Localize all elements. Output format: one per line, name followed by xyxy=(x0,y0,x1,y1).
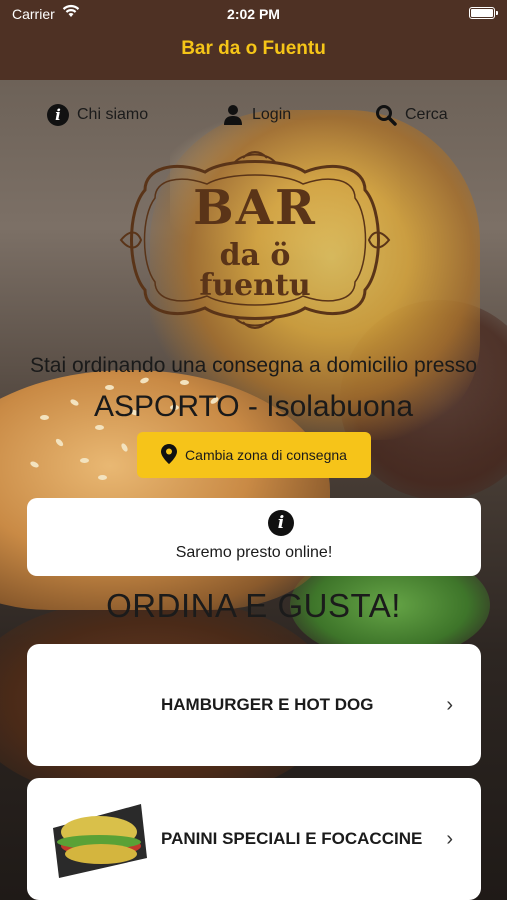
category-item[interactable]: HAMBURGER E HOT DOG › xyxy=(27,644,481,766)
location-pin-icon xyxy=(161,443,178,467)
about-label: Chi siamo xyxy=(77,106,149,123)
notice-card: i Saremo presto online! xyxy=(27,498,481,576)
change-zone-label: Cambia zona di consegna xyxy=(185,447,347,463)
chevron-right-icon: › xyxy=(446,827,453,850)
category-label: HAMBURGER E HOT DOG xyxy=(161,695,374,714)
restaurant-logo: BAR da ö fuentu xyxy=(115,150,395,330)
info-icon: i xyxy=(47,104,69,126)
category-label: PANINI SPECIALI E FOCACCINE xyxy=(161,829,423,848)
chevron-right-icon: › xyxy=(446,693,453,716)
top-bar: Carrier 2:02 PM Bar da o Fuentu xyxy=(0,0,507,80)
sandwich-thumbnail xyxy=(53,804,147,878)
login-link[interactable]: Login xyxy=(222,104,291,126)
category-item[interactable]: PANINI SPECIALI E FOCACCINE › xyxy=(27,778,481,900)
top-links: i Chi siamo Login Cerca xyxy=(0,100,507,132)
change-zone-button[interactable]: Cambia zona di consegna xyxy=(137,432,371,478)
logo-line-1: BAR xyxy=(193,180,317,236)
search-label: Cerca xyxy=(405,106,448,123)
search-link[interactable]: Cerca xyxy=(375,104,448,126)
delivery-info-text: Stai ordinando una consegna a domicilio … xyxy=(29,354,478,377)
battery-icon xyxy=(469,7,498,19)
login-label: Login xyxy=(252,106,292,123)
clock: 2:02 PM xyxy=(227,6,280,22)
section-headline: ORDINA E GUSTA! xyxy=(106,587,401,624)
delivery-zone: ASPORTO - Isolabuona xyxy=(93,390,414,423)
user-icon xyxy=(222,104,244,126)
logo-line-3: fuentu xyxy=(199,268,311,303)
notice-message: Saremo presto online! xyxy=(175,544,333,561)
status-bar: Carrier 2:02 PM xyxy=(0,0,507,28)
search-icon xyxy=(375,104,397,126)
info-icon: i xyxy=(268,510,294,536)
about-link[interactable]: i Chi siamo xyxy=(47,104,148,126)
page-title: Bar da o Fuentu xyxy=(181,38,326,59)
